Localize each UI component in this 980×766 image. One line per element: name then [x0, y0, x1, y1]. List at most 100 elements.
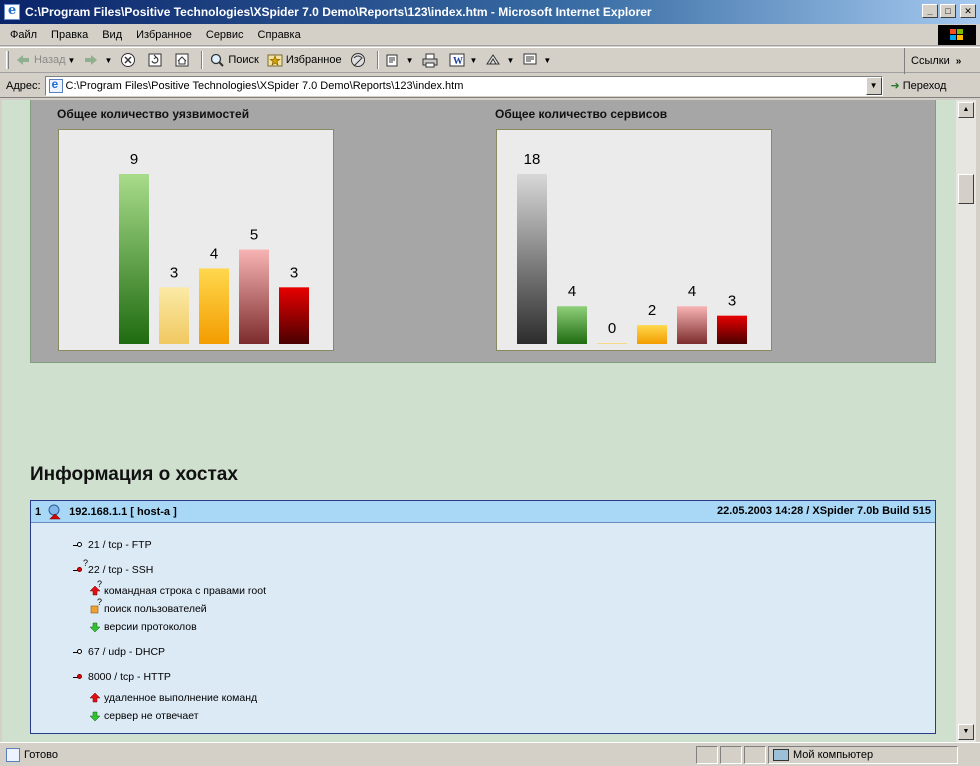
status-pane	[720, 746, 742, 764]
print-button[interactable]	[422, 52, 441, 68]
back-dropdown-icon[interactable]: ▼	[68, 56, 76, 65]
links-label: Ссылки	[911, 55, 950, 67]
discuss-button[interactable]: ▼	[485, 52, 514, 68]
links-toolbar[interactable]: Ссылки »	[904, 48, 980, 74]
maximize-button[interactable]: □	[940, 4, 956, 18]
discuss-icon	[485, 52, 501, 68]
window-controls: _ □ ✕	[922, 4, 976, 18]
search-icon	[209, 52, 225, 68]
status-bar: Готово Мой компьютер	[0, 742, 980, 766]
favorites-icon	[267, 52, 283, 68]
go-button[interactable]: ➜ Переход	[891, 79, 947, 93]
menu-bar: Файл Правка Вид Избранное Сервис Справка	[0, 24, 980, 46]
stop-icon	[120, 52, 136, 68]
vulnerabilities-chart-title: Общее количество уязвимостей	[57, 107, 250, 121]
favorites-label: Избранное	[285, 54, 342, 66]
standard-toolbar: Назад ▼ ▼ Поиск Избранное ▼ W ▼ ▼ ▼ Ссыл…	[0, 47, 980, 74]
service-open-icon	[73, 646, 87, 658]
menu-tools[interactable]: Сервис	[206, 29, 244, 41]
address-bar: Адрес: C:\Program Files\Positive Technol…	[0, 74, 980, 98]
history-dropdown-icon[interactable]: ▼	[406, 56, 414, 65]
security-zone[interactable]: Мой компьютер	[768, 746, 958, 764]
toolbar-grip	[6, 51, 9, 69]
ie-icon	[4, 3, 20, 20]
window-border	[976, 100, 980, 742]
scroll-down-button[interactable]: ▼	[958, 724, 974, 740]
search-label: Поиск	[228, 54, 259, 66]
bar-value-label: 4	[568, 283, 576, 300]
hosts-heading: Информация о хостах	[30, 464, 238, 485]
stop-button[interactable]	[120, 52, 139, 68]
forward-dropdown-icon[interactable]: ▼	[104, 56, 112, 65]
media-button[interactable]	[350, 52, 369, 68]
bar-value-label: 18	[524, 151, 541, 168]
window-title-bar[interactable]: C:\Program Files\Positive Technologies\X…	[0, 0, 980, 24]
chart-bar	[677, 306, 707, 344]
info-icon	[89, 621, 103, 633]
bar-value-label: 3	[290, 264, 298, 281]
service-vulnerable-icon: ?	[73, 558, 88, 576]
chart-bar	[597, 343, 627, 344]
edit-dropdown-icon[interactable]: ▼	[470, 56, 478, 65]
scroll-thumb[interactable]	[958, 174, 974, 204]
host-scan-meta: 22.05.2003 14:28 / XSpider 7.0b Build 51…	[716, 505, 931, 517]
services-chart-svg: 18 4 0 2 4 3	[517, 151, 747, 344]
forward-button[interactable]: ▼	[83, 52, 112, 68]
menu-favorites[interactable]: Избранное	[136, 29, 192, 41]
chart-bar	[199, 268, 229, 344]
page-content[interactable]: Общее количество уязвимостей 9 3 4 5 3 Общее…	[2, 100, 956, 742]
my-computer-icon	[773, 749, 789, 761]
menu-help[interactable]: Справка	[258, 29, 301, 41]
toolbar-separator	[201, 51, 204, 69]
edit-button[interactable]: W ▼	[449, 52, 478, 68]
home-button[interactable]	[174, 52, 193, 68]
minimize-button[interactable]: _	[922, 4, 938, 18]
history-button[interactable]: ▼	[385, 52, 414, 68]
search-button[interactable]: Поиск	[209, 52, 259, 68]
status-text-cell: Готово	[2, 746, 692, 764]
vulnerability-item: ? командная строка с правами root	[89, 579, 266, 597]
service-label: 21 / tcp - FTP	[88, 539, 152, 551]
close-button[interactable]: ✕	[960, 4, 976, 18]
messenger-button[interactable]: ▼	[522, 52, 551, 68]
status-pane	[744, 746, 766, 764]
service-item: 8000 / tcp - HTTP	[73, 671, 171, 683]
vertical-scrollbar[interactable]: ▲ ▼	[956, 100, 976, 742]
discuss-dropdown-icon[interactable]: ▼	[506, 56, 514, 65]
toolbar-separator	[376, 51, 379, 69]
host-header[interactable]: 1 192.168.1.1 [ host-a ] 22.05.2003 14:2…	[31, 501, 935, 523]
vulnerability-item: версии протоколов	[89, 621, 197, 633]
windows-logo-icon	[938, 25, 976, 45]
chart-bar	[517, 174, 547, 344]
high-risk-icon	[89, 692, 103, 704]
favorites-button[interactable]: Избранное	[267, 52, 342, 68]
refresh-button[interactable]	[147, 52, 166, 68]
menu-view[interactable]: Вид	[102, 29, 122, 41]
messenger-dropdown-icon[interactable]: ▼	[543, 56, 551, 65]
host-name: 192.168.1.1 [ host-a ]	[69, 505, 177, 518]
menu-file[interactable]: Файл	[10, 29, 37, 41]
messenger-icon	[522, 52, 538, 68]
charts-panel: Общее количество уязвимостей 9 3 4 5 3 Общее…	[30, 100, 936, 363]
back-button[interactable]: Назад ▼	[15, 52, 75, 68]
host-card: 1 192.168.1.1 [ host-a ] 22.05.2003 14:2…	[30, 500, 936, 734]
bar-value-label: 3	[170, 264, 178, 281]
chart-bar	[159, 287, 189, 344]
scroll-up-button[interactable]: ▲	[958, 102, 974, 118]
address-input[interactable]: C:\Program Files\Positive Technologies\X…	[44, 75, 883, 96]
bar-value-label: 0	[608, 320, 616, 337]
bar-value-label: 2	[648, 302, 656, 319]
bar-value-label: 9	[130, 151, 138, 168]
address-dropdown-icon[interactable]: ▼	[865, 76, 882, 95]
vulnerability-item: ? поиск пользователей	[89, 597, 207, 615]
service-label: 67 / udp - DHCP	[88, 646, 166, 658]
word-edit-icon: W	[449, 52, 465, 68]
forward-arrow-icon	[83, 52, 99, 68]
info-icon	[89, 710, 103, 722]
chart-bar	[119, 174, 149, 344]
status-text: Готово	[24, 749, 58, 761]
back-label: Назад	[34, 54, 66, 66]
bar-value-label: 3	[728, 293, 736, 310]
chevron-right-icon[interactable]: »	[956, 56, 962, 67]
menu-edit[interactable]: Правка	[51, 29, 88, 41]
